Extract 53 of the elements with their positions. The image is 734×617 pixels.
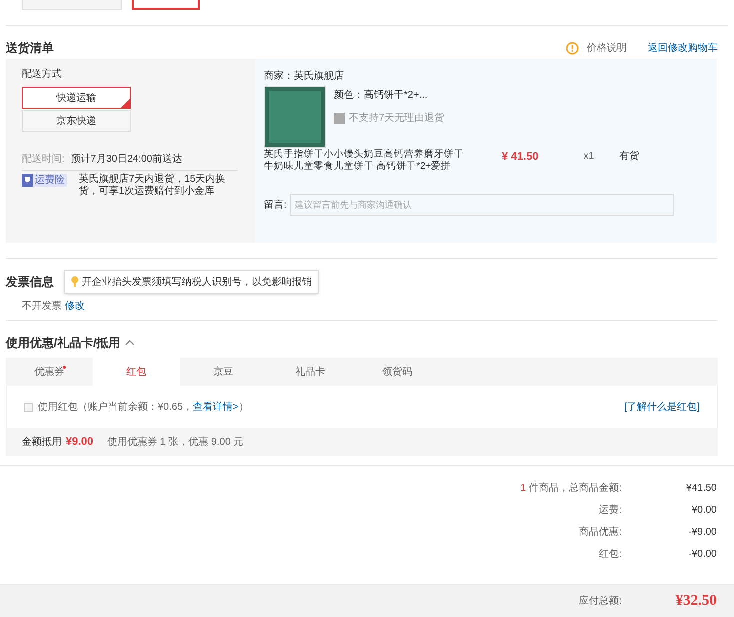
merchant-name: 商家：英氏旗舰店 [264, 70, 345, 83]
section-title: 送货清单 [6, 40, 54, 57]
summary-value: -¥0.00 [688, 548, 717, 562]
deduction-amount: ¥9.00 [66, 434, 94, 450]
bonus-checkbox[interactable] [24, 402, 33, 412]
discount-tab[interactable]: 礼品卡 [267, 358, 354, 386]
summary-label: 商品优惠: [579, 526, 622, 540]
product-color: 颜色：高钙饼干*2+... [334, 88, 429, 103]
discount-tab[interactable]: 红包 [93, 358, 180, 386]
product-title: 英氏手指饼干小小馒头奶豆高钙营养磨牙饼干牛奶味儿童零食儿童饼干 高钙饼干*2+爱拼 [264, 149, 465, 173]
invoice-status: 不开发票 [22, 300, 62, 314]
invoice-tip-text: 开企业抬头发票须填写纳税人识别号，以免影响报销 [82, 276, 312, 290]
bonus-balance-text: 使用红包（账户当前余额：¥0.65， [38, 400, 194, 414]
discount-tab[interactable]: 优惠券 [6, 358, 93, 386]
discount-tab[interactable]: 京豆 [180, 358, 267, 386]
lightbulb-icon [71, 276, 79, 288]
insurance-badge: 运费险 [22, 174, 67, 187]
product-price: ¥ 41.50 [502, 150, 539, 165]
summary-label: 运费: [599, 504, 622, 518]
delivery-time-label: 配送时间: [22, 152, 65, 166]
total-amount: ¥32.50 [674, 592, 717, 611]
message-input-field[interactable]: 建议留言前先与商家沟通确认 [290, 194, 674, 216]
price-note-link[interactable]: 价格说明 [587, 40, 627, 56]
total-label: 应付总额: [579, 594, 622, 608]
closing-paren-text: ） [238, 400, 249, 414]
back-to-cart-link[interactable]: 返回修改购物车 [648, 40, 718, 56]
message-label: 留言: [264, 198, 287, 212]
summary-value: -¥9.00 [688, 526, 717, 540]
deduction-label: 金额抵用 [22, 436, 62, 450]
product-photo-placeholder [264, 86, 326, 148]
summary-label: 件商品，总商品金额: [529, 482, 622, 496]
delivery-method-button[interactable]: 京东快递 [22, 110, 131, 132]
deduction-text: 使用优惠券 1 张，优惠 9.00 元 [108, 436, 244, 450]
collapse-caret-icon[interactable] [124, 340, 135, 346]
product-quantity: x1 [584, 150, 594, 164]
stock-status: 有货 [619, 150, 640, 164]
bonus-help-link[interactable]: [了解什么是红包] [624, 400, 700, 414]
item-count: 1 [520, 482, 526, 496]
no-return-text: 不支持7天无理由退货 [349, 112, 445, 126]
delivery-label: 配送方式 [22, 68, 63, 82]
invoice-title: 发票信息 [6, 274, 54, 291]
summary-label: 红包: [599, 548, 622, 562]
delivery-time-value: 预计7月30日24:00前送达 [70, 152, 182, 166]
discounts-title: 使用优惠/礼品卡/抵用 [6, 335, 121, 352]
delivery-method-button[interactable]: 快递运输 [22, 87, 131, 109]
view-details-link[interactable]: 查看详情> [193, 400, 239, 414]
no-return-icon [334, 113, 345, 124]
summary-value: ¥0.00 [690, 504, 717, 518]
invoice-edit-link[interactable]: 修改 [65, 298, 85, 314]
insurance-text: 英氏旗舰店7天内退货，15天内换货，可享1次运费赔付到小金库 [79, 174, 227, 198]
summary-value: ¥41.50 [685, 482, 717, 496]
discount-tab[interactable]: 领货码 [354, 358, 441, 386]
info-icon [566, 42, 579, 54]
